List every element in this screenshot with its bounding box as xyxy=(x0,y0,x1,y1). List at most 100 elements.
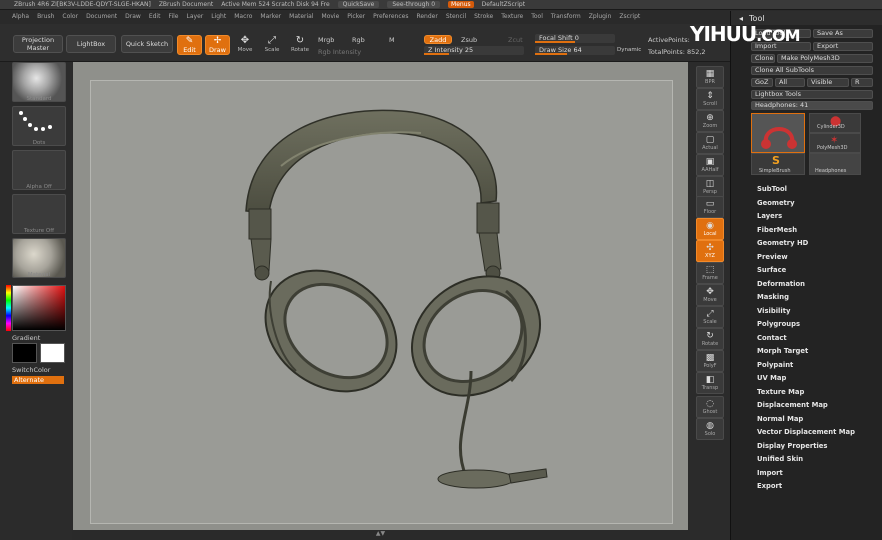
menu-document[interactable]: Document xyxy=(86,13,117,20)
cylinder-thumbnail[interactable]: ⬤ xyxy=(809,113,861,133)
shelf-ghost-button[interactable]: ◌ Ghost xyxy=(696,396,724,418)
quick-sketch-button[interactable]: Quick Sketch xyxy=(121,35,173,53)
dynamic-toggle[interactable]: Dynamic xyxy=(617,47,641,53)
shelf-floor-button[interactable]: ▭ Floor xyxy=(696,196,724,218)
projection-master-button[interactable]: Projection Master xyxy=(13,35,63,53)
subpalette-display-properties[interactable]: Display Properties xyxy=(757,440,877,454)
menu-macro[interactable]: Macro xyxy=(234,13,252,20)
menu-preferences[interactable]: Preferences xyxy=(373,13,408,20)
draw-size-slider[interactable]: Draw Size 64 xyxy=(535,46,615,55)
menu-layer[interactable]: Layer xyxy=(187,13,204,20)
goz-all-button[interactable]: All xyxy=(775,78,805,87)
subpalette-visibility[interactable]: Visibility xyxy=(757,305,877,319)
shelf-zoom-button[interactable]: ⊕ Zoom xyxy=(696,110,724,132)
menu-file[interactable]: File xyxy=(168,13,178,20)
z-intensity-slider[interactable]: Z Intensity 25 xyxy=(424,46,524,55)
export-button[interactable]: Export xyxy=(813,42,873,51)
bottom-scrollbar[interactable]: ▲▼ xyxy=(73,530,688,540)
gradient-toggle[interactable]: Gradient xyxy=(12,334,40,342)
switch-color-button[interactable]: SwitchColor xyxy=(12,366,50,374)
menu-texture[interactable]: Texture xyxy=(501,13,523,20)
focal-shift-slider[interactable]: Focal Shift 0 xyxy=(535,34,615,43)
goz-button[interactable]: GoZ xyxy=(751,78,773,87)
shelf-aahalf-button[interactable]: ▣ AAHalf xyxy=(696,154,724,176)
subpalette-normal-map[interactable]: Normal Map xyxy=(757,413,877,427)
goz-visible-button[interactable]: Visible xyxy=(807,78,849,87)
subpalette-unified-skin[interactable]: Unified Skin xyxy=(757,453,877,467)
subpalette-fibermesh[interactable]: FiberMesh xyxy=(757,224,877,238)
menu-draw[interactable]: Draw xyxy=(125,13,141,20)
subpalette-import[interactable]: Import xyxy=(757,467,877,481)
quicksave-button[interactable]: QuickSave xyxy=(337,1,380,8)
menu-marker[interactable]: Marker xyxy=(260,13,281,20)
subpalette-vector-displacement-map[interactable]: Vector Displacement Map xyxy=(757,426,877,440)
menu-stroke[interactable]: Stroke xyxy=(474,13,493,20)
shelf-bpr-button[interactable]: ▦ BPR xyxy=(696,66,724,88)
document-canvas[interactable] xyxy=(90,80,673,524)
edit-button[interactable]: ✎ Edit xyxy=(177,35,202,55)
clone-button[interactable]: Clone xyxy=(751,54,775,63)
subpalette-layers[interactable]: Layers xyxy=(757,210,877,224)
menu-zscript[interactable]: Zscript xyxy=(619,13,640,20)
rgb-intensity-slider[interactable]: Rgb Intensity xyxy=(318,48,361,56)
menu-zplugin[interactable]: Zplugin xyxy=(589,13,612,20)
hue-slider[interactable] xyxy=(6,285,11,331)
menu-transform[interactable]: Transform xyxy=(551,13,581,20)
subpalette-geometry-hd[interactable]: Geometry HD xyxy=(757,237,877,251)
shelf-scale-button[interactable]: ⤢ Scale xyxy=(696,306,724,328)
lightbox-button[interactable]: LightBox xyxy=(66,35,116,53)
headphones-model[interactable] xyxy=(91,81,674,525)
shelf-frame-button[interactable]: ⬚ Frame xyxy=(696,262,724,284)
menu-color[interactable]: Color xyxy=(62,13,78,20)
shelf-transp-button[interactable]: ◧ Transp xyxy=(696,372,724,394)
lightbox-tools-button[interactable]: Lightbox Tools xyxy=(751,90,873,99)
color-picker[interactable] xyxy=(12,285,66,331)
main-color-swatch[interactable] xyxy=(12,343,37,363)
menu-picker[interactable]: Picker xyxy=(347,13,365,20)
m-button[interactable]: M xyxy=(389,36,395,44)
subpalette-displacement-map[interactable]: Displacement Map xyxy=(757,399,877,413)
subpalette-preview[interactable]: Preview xyxy=(757,251,877,265)
secondary-color-swatch[interactable] xyxy=(40,343,65,363)
zadd-button[interactable]: Zadd xyxy=(424,35,452,44)
goz-r-button[interactable]: R xyxy=(851,78,873,87)
clone-all-subtools-button[interactable]: Clone All SubTools xyxy=(751,66,873,75)
subpalette-morph-target[interactable]: Morph Target xyxy=(757,345,877,359)
shelf-scroll-button[interactable]: ⇕ Scroll xyxy=(696,88,724,110)
draw-button[interactable]: ✢ Draw xyxy=(205,35,230,55)
shelf-actual-button[interactable]: ▢ Actual xyxy=(696,132,724,154)
menu-stencil[interactable]: Stencil xyxy=(446,13,466,20)
shelf-move-button[interactable]: ✥ Move xyxy=(696,284,724,306)
subpalette-uv-map[interactable]: UV Map xyxy=(757,372,877,386)
move-button[interactable]: ✥ Move xyxy=(233,35,257,55)
shelf-persp-button[interactable]: ◫ Persp xyxy=(696,176,724,198)
menus-toggle[interactable]: Menus xyxy=(448,1,474,8)
subpalette-polypaint[interactable]: Polypaint xyxy=(757,359,877,373)
shelf-xyz-button[interactable]: ✣ XYZ xyxy=(696,240,724,262)
subpalette-subtool[interactable]: SubTool xyxy=(757,183,877,197)
menu-movie[interactable]: Movie xyxy=(322,13,340,20)
default-zscript-button[interactable]: DefaultZScript xyxy=(482,1,525,8)
shelf-local-button[interactable]: ◉ Local xyxy=(696,218,724,240)
subpalette-geometry[interactable]: Geometry xyxy=(757,197,877,211)
shelf-polyf-button[interactable]: ▩ PolyF xyxy=(696,350,724,372)
see-through-slider[interactable]: See-through 0 xyxy=(387,1,441,8)
shelf-solo-button[interactable]: ◍ Solo xyxy=(696,418,724,440)
rgb-button[interactable]: Rgb xyxy=(352,36,365,44)
subpalette-contact[interactable]: Contact xyxy=(757,332,877,346)
subpalette-masking[interactable]: Masking xyxy=(757,291,877,305)
menu-light[interactable]: Light xyxy=(211,13,226,20)
menu-render[interactable]: Render xyxy=(416,13,437,20)
shelf-rotate-button[interactable]: ↻ Rotate xyxy=(696,328,724,350)
make-polymesh-button[interactable]: Make PolyMesh3D xyxy=(777,54,873,63)
current-tool-slider[interactable]: Headphones: 41 xyxy=(751,101,873,110)
subpalette-surface[interactable]: Surface xyxy=(757,264,877,278)
mrgb-button[interactable]: Mrgb xyxy=(318,36,334,44)
save-as-button[interactable]: Save As xyxy=(813,29,873,38)
zcut-button[interactable]: Zcut xyxy=(508,36,523,44)
menu-edit[interactable]: Edit xyxy=(149,13,161,20)
alternate-button[interactable]: Alternate xyxy=(12,376,64,384)
subpalette-export[interactable]: Export xyxy=(757,480,877,494)
rotate-button[interactable]: ↻ Rotate xyxy=(288,35,312,55)
menu-material[interactable]: Material xyxy=(289,13,313,20)
